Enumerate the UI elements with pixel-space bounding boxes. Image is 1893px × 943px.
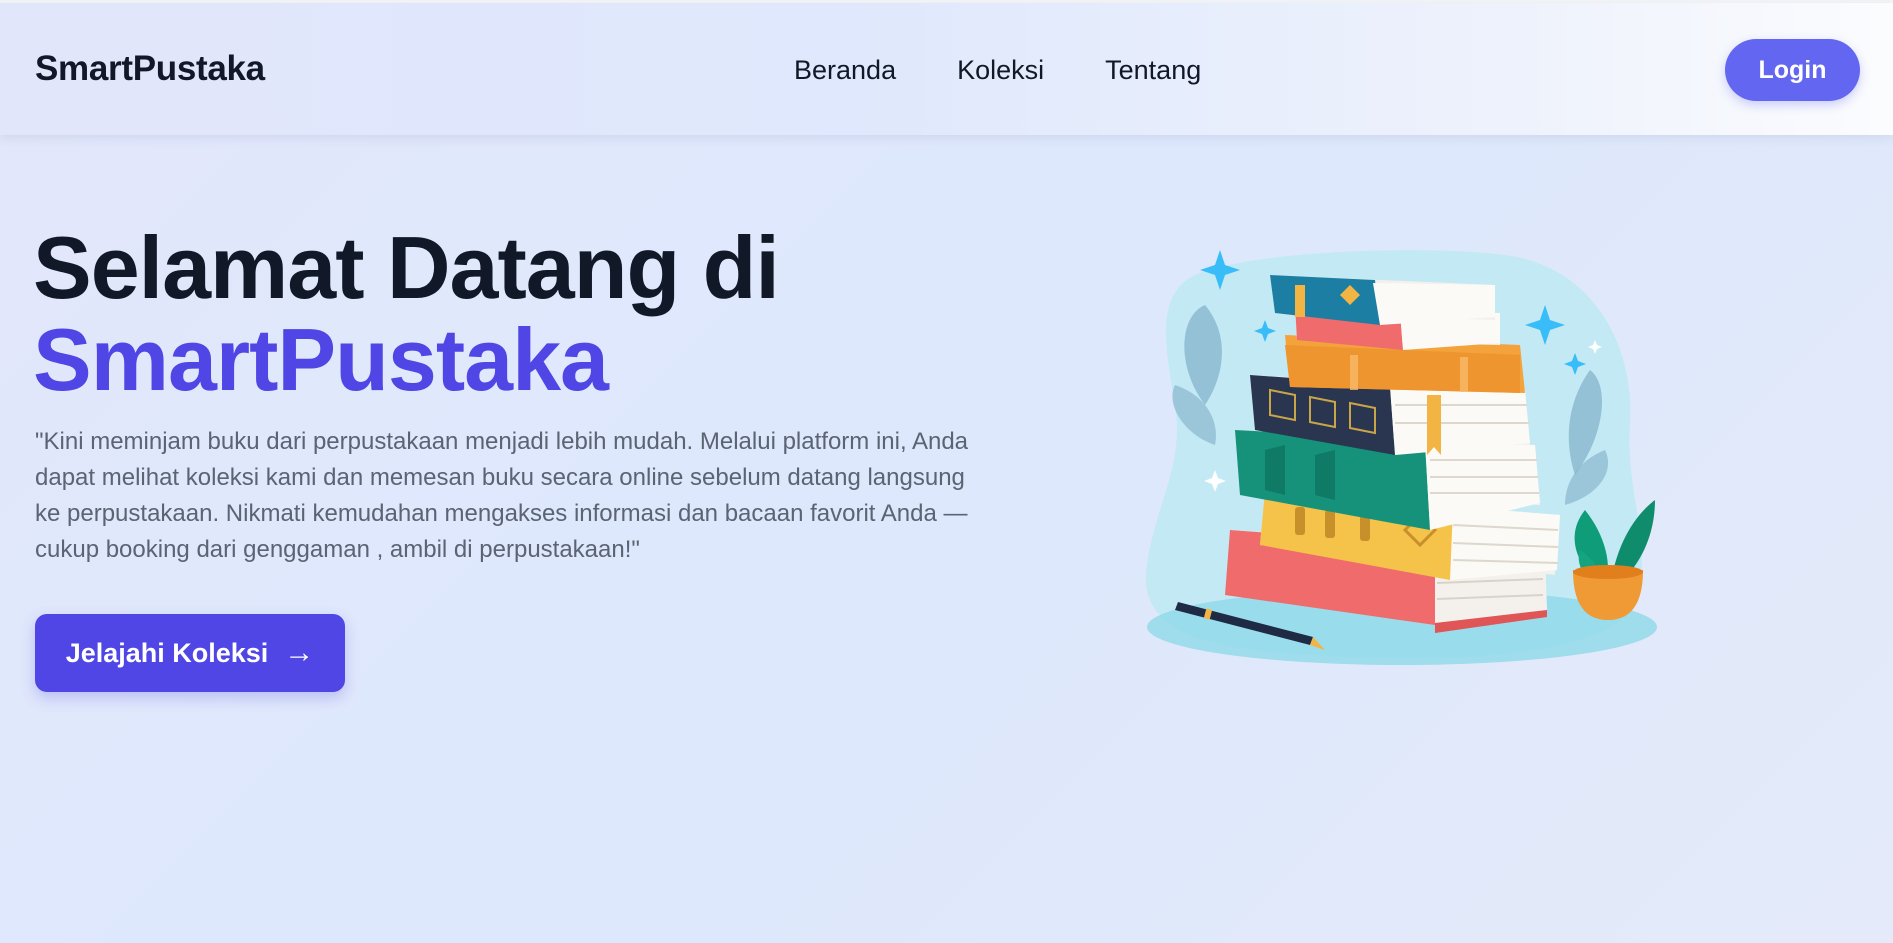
hero-title-line-1: Selamat Datang di (33, 218, 780, 317)
bookmark-icon (1427, 395, 1441, 455)
nav-link-koleksi[interactable]: Koleksi (957, 55, 1044, 86)
login-button[interactable]: Login (1725, 39, 1860, 101)
explore-collection-button[interactable]: Jelajahi Koleksi → (35, 614, 345, 692)
hero-title-brand: SmartPustaka (33, 310, 609, 409)
hero-title: Selamat Datang di SmartPustaka (33, 222, 1033, 406)
navbar: SmartPustaka Beranda Koleksi Tentang Log… (0, 3, 1893, 135)
nav-link-beranda[interactable]: Beranda (794, 55, 896, 86)
brand-logo[interactable]: SmartPustaka (35, 49, 265, 89)
arrow-right-icon: → (284, 636, 315, 669)
nav-links: Beranda Koleksi Tentang (794, 55, 1201, 86)
book-stack-illustration (1145, 250, 1657, 665)
explore-collection-label: Jelajahi Koleksi (65, 637, 269, 668)
hero-description: "Kini meminjam buku dari perpustakaan me… (35, 428, 969, 563)
nav-link-tentang[interactable]: Tentang (1105, 55, 1201, 86)
